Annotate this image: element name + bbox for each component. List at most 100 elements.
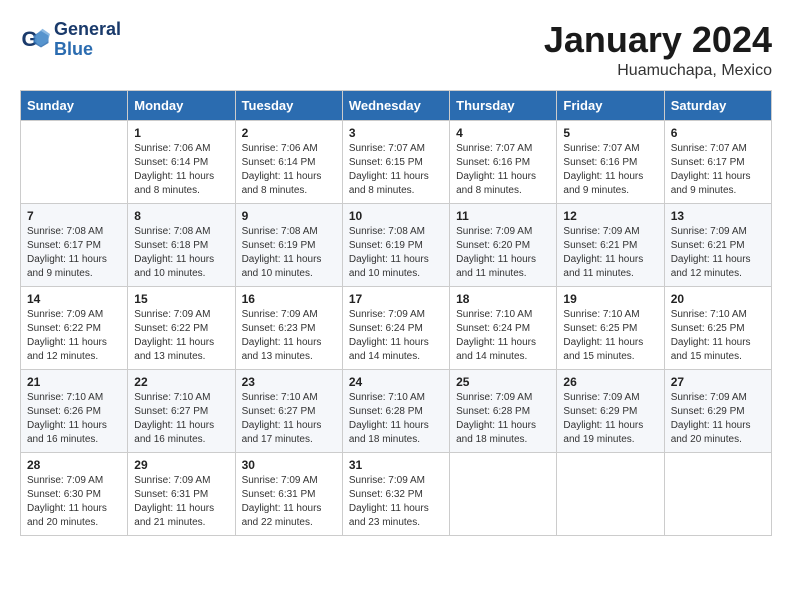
day-info: Sunrise: 7:07 AM Sunset: 6:16 PM Dayligh…: [456, 142, 550, 198]
day-number: 25: [456, 375, 550, 389]
day-info: Sunrise: 7:09 AM Sunset: 6:22 PM Dayligh…: [134, 308, 228, 364]
day-number: 15: [134, 292, 228, 306]
day-number: 8: [134, 209, 228, 223]
calendar-cell: 19 Sunrise: 7:10 AM Sunset: 6:25 PM Dayli…: [557, 286, 664, 369]
month-title: January 2024: [544, 20, 772, 60]
logo-icon: G: [20, 25, 50, 55]
logo: G General Blue: [20, 20, 121, 60]
day-number: 24: [349, 375, 443, 389]
day-info: Sunrise: 7:07 AM Sunset: 6:16 PM Dayligh…: [563, 142, 657, 198]
day-number: 31: [349, 458, 443, 472]
day-info: Sunrise: 7:09 AM Sunset: 6:31 PM Dayligh…: [242, 474, 336, 530]
calendar-cell: 27 Sunrise: 7:09 AM Sunset: 6:29 PM Dayli…: [664, 369, 771, 452]
day-info: Sunrise: 7:09 AM Sunset: 6:22 PM Dayligh…: [27, 308, 121, 364]
day-number: 13: [671, 209, 765, 223]
calendar-cell: [21, 120, 128, 203]
day-number: 2: [242, 126, 336, 140]
calendar-cell: 10 Sunrise: 7:08 AM Sunset: 6:19 PM Dayli…: [342, 203, 449, 286]
calendar-cell: 8 Sunrise: 7:08 AM Sunset: 6:18 PM Daylig…: [128, 203, 235, 286]
calendar-cell: [664, 452, 771, 535]
logo-line2: Blue: [54, 40, 121, 60]
calendar-cell: 23 Sunrise: 7:10 AM Sunset: 6:27 PM Dayli…: [235, 369, 342, 452]
day-info: Sunrise: 7:09 AM Sunset: 6:29 PM Dayligh…: [563, 391, 657, 447]
day-number: 16: [242, 292, 336, 306]
day-number: 10: [349, 209, 443, 223]
calendar-cell: 28Sunrise: 7:09 AM Sunset: 6:30 PM Dayli…: [21, 452, 128, 535]
day-info: Sunrise: 7:09 AM Sunset: 6:24 PM Dayligh…: [349, 308, 443, 364]
day-info: Sunrise: 7:09 AM Sunset: 6:30 PM Dayligh…: [27, 474, 121, 530]
day-info: Sunrise: 7:07 AM Sunset: 6:17 PM Dayligh…: [671, 142, 765, 198]
calendar-week-row: 1 Sunrise: 7:06 AM Sunset: 6:14 PM Daylig…: [21, 120, 772, 203]
day-info: Sunrise: 7:09 AM Sunset: 6:29 PM Dayligh…: [671, 391, 765, 447]
day-info: Sunrise: 7:09 AM Sunset: 6:31 PM Dayligh…: [134, 474, 228, 530]
calendar-cell: 24 Sunrise: 7:10 AM Sunset: 6:28 PM Dayli…: [342, 369, 449, 452]
calendar-cell: 5Sunrise: 7:07 AM Sunset: 6:16 PM Daylig…: [557, 120, 664, 203]
day-number: 4: [456, 126, 550, 140]
page-header: G General Blue January 2024 Huamuchapa, …: [20, 20, 772, 80]
day-info: Sunrise: 7:06 AM Sunset: 6:14 PM Dayligh…: [242, 142, 336, 198]
calendar-cell: [557, 452, 664, 535]
day-number: 9: [242, 209, 336, 223]
day-number: 18: [456, 292, 550, 306]
calendar-cell: 14 Sunrise: 7:09 AM Sunset: 6:22 PM Dayli…: [21, 286, 128, 369]
day-info: Sunrise: 7:09 AM Sunset: 6:28 PM Dayligh…: [456, 391, 550, 447]
calendar-week-row: 14 Sunrise: 7:09 AM Sunset: 6:22 PM Dayli…: [21, 286, 772, 369]
day-info: Sunrise: 7:10 AM Sunset: 6:25 PM Dayligh…: [671, 308, 765, 364]
calendar-cell: 17Sunrise: 7:09 AM Sunset: 6:24 PM Dayli…: [342, 286, 449, 369]
day-number: 7: [27, 209, 121, 223]
weekday-header: Wednesday: [342, 90, 449, 120]
calendar-cell: 21 Sunrise: 7:10 AM Sunset: 6:26 PM Dayli…: [21, 369, 128, 452]
calendar-cell: 12 Sunrise: 7:09 AM Sunset: 6:21 PM Dayli…: [557, 203, 664, 286]
day-number: 21: [27, 375, 121, 389]
calendar-cell: 1 Sunrise: 7:06 AM Sunset: 6:14 PM Daylig…: [128, 120, 235, 203]
day-number: 27: [671, 375, 765, 389]
day-info: Sunrise: 7:08 AM Sunset: 6:18 PM Dayligh…: [134, 225, 228, 281]
weekday-header: Saturday: [664, 90, 771, 120]
weekday-header: Sunday: [21, 90, 128, 120]
day-info: Sunrise: 7:08 AM Sunset: 6:17 PM Dayligh…: [27, 225, 121, 281]
day-number: 19: [563, 292, 657, 306]
calendar-week-row: 21 Sunrise: 7:10 AM Sunset: 6:26 PM Dayli…: [21, 369, 772, 452]
day-number: 1: [134, 126, 228, 140]
day-info: Sunrise: 7:06 AM Sunset: 6:14 PM Dayligh…: [134, 142, 228, 198]
calendar-cell: 31Sunrise: 7:09 AM Sunset: 6:32 PM Dayli…: [342, 452, 449, 535]
day-number: 22: [134, 375, 228, 389]
calendar-cell: 3Sunrise: 7:07 AM Sunset: 6:15 PM Daylig…: [342, 120, 449, 203]
calendar-cell: 18Sunrise: 7:10 AM Sunset: 6:24 PM Dayli…: [450, 286, 557, 369]
day-info: Sunrise: 7:08 AM Sunset: 6:19 PM Dayligh…: [349, 225, 443, 281]
title-block: January 2024 Huamuchapa, Mexico: [544, 20, 772, 80]
calendar-cell: [450, 452, 557, 535]
day-info: Sunrise: 7:10 AM Sunset: 6:26 PM Dayligh…: [27, 391, 121, 447]
calendar-cell: 9 Sunrise: 7:08 AM Sunset: 6:19 PM Daylig…: [235, 203, 342, 286]
day-number: 23: [242, 375, 336, 389]
day-number: 30: [242, 458, 336, 472]
day-info: Sunrise: 7:08 AM Sunset: 6:19 PM Dayligh…: [242, 225, 336, 281]
weekday-header: Friday: [557, 90, 664, 120]
calendar-cell: 13 Sunrise: 7:09 AM Sunset: 6:21 PM Dayli…: [664, 203, 771, 286]
day-info: Sunrise: 7:09 AM Sunset: 6:20 PM Dayligh…: [456, 225, 550, 281]
logo-line1: General: [54, 20, 121, 40]
day-info: Sunrise: 7:10 AM Sunset: 6:27 PM Dayligh…: [242, 391, 336, 447]
day-info: Sunrise: 7:07 AM Sunset: 6:15 PM Dayligh…: [349, 142, 443, 198]
day-info: Sunrise: 7:09 AM Sunset: 6:21 PM Dayligh…: [671, 225, 765, 281]
calendar-cell: 16Sunrise: 7:09 AM Sunset: 6:23 PM Dayli…: [235, 286, 342, 369]
weekday-header: Thursday: [450, 90, 557, 120]
day-number: 14: [27, 292, 121, 306]
day-info: Sunrise: 7:10 AM Sunset: 6:25 PM Dayligh…: [563, 308, 657, 364]
location: Huamuchapa, Mexico: [544, 62, 772, 80]
calendar-cell: 25 Sunrise: 7:09 AM Sunset: 6:28 PM Dayli…: [450, 369, 557, 452]
day-number: 12: [563, 209, 657, 223]
weekday-header: Tuesday: [235, 90, 342, 120]
calendar-cell: 30 Sunrise: 7:09 AM Sunset: 6:31 PM Dayli…: [235, 452, 342, 535]
weekday-header: Monday: [128, 90, 235, 120]
day-info: Sunrise: 7:09 AM Sunset: 6:21 PM Dayligh…: [563, 225, 657, 281]
calendar-week-row: 7 Sunrise: 7:08 AM Sunset: 6:17 PM Daylig…: [21, 203, 772, 286]
calendar-cell: 11 Sunrise: 7:09 AM Sunset: 6:20 PM Dayli…: [450, 203, 557, 286]
calendar-cell: 26Sunrise: 7:09 AM Sunset: 6:29 PM Dayli…: [557, 369, 664, 452]
day-info: Sunrise: 7:10 AM Sunset: 6:27 PM Dayligh…: [134, 391, 228, 447]
day-number: 20: [671, 292, 765, 306]
day-info: Sunrise: 7:10 AM Sunset: 6:28 PM Dayligh…: [349, 391, 443, 447]
day-number: 11: [456, 209, 550, 223]
calendar-cell: 6Sunrise: 7:07 AM Sunset: 6:17 PM Daylig…: [664, 120, 771, 203]
calendar-body: 1 Sunrise: 7:06 AM Sunset: 6:14 PM Daylig…: [21, 120, 772, 535]
